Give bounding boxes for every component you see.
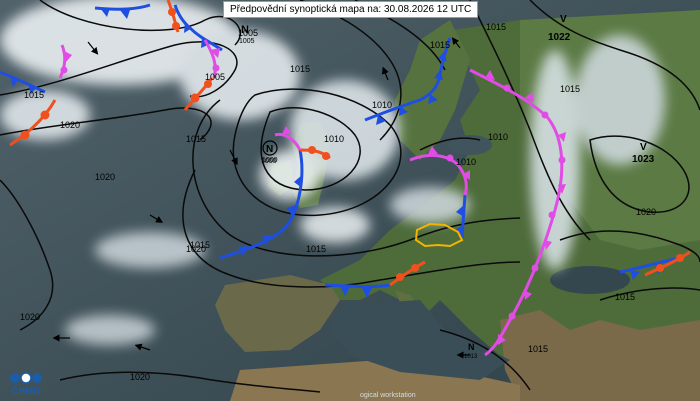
occluded-bulb	[446, 154, 454, 162]
isobar-label: 1015	[528, 344, 548, 354]
warm-bulb	[656, 264, 664, 272]
isobar-label: 1010	[372, 100, 392, 110]
chmu-logo-text: ČHMÚ	[11, 386, 41, 396]
footer-note: ogical workstation	[360, 392, 416, 399]
low-pressure-letter: N	[241, 24, 249, 36]
occluded-bulb	[548, 211, 556, 219]
black-sea	[550, 266, 630, 294]
occluded-bulb	[531, 264, 539, 272]
isobar-label: 1020	[20, 312, 40, 322]
synoptic-map: 1005 1010 1015 1020 1015 1010 1015 1020 …	[0, 0, 700, 401]
warm-bulb	[20, 130, 30, 140]
isobar-label: 1015	[306, 244, 326, 254]
isobar-label: 1015	[560, 84, 580, 94]
warm-bulb	[308, 146, 316, 154]
isobar-label: 1015	[24, 90, 44, 100]
low-pressure-value: 1013	[464, 354, 478, 360]
cloud-occlusion-band	[530, 50, 580, 270]
warm-bulb	[396, 273, 404, 281]
isobar-label: 1015	[615, 292, 635, 302]
map-canvas: 1005 1010 1015 1020 1015 1010 1015 1020 …	[0, 0, 700, 401]
low-pressure-letter: N	[266, 144, 273, 155]
isobar-label: 1010	[456, 157, 476, 167]
chmu-logo: ČHMÚ	[6, 371, 46, 399]
low-pressure-value: 1000	[261, 158, 277, 165]
warm-bulb	[322, 152, 330, 160]
map-title: Předpovědní synoptická mapa na: 30.08.20…	[223, 1, 479, 18]
high-pressure-letter: V	[640, 142, 647, 153]
cloud-germany	[390, 187, 470, 223]
occluded-bulb	[212, 64, 220, 72]
low-pressure-letter: N	[468, 342, 475, 352]
warm-bulb	[172, 22, 180, 30]
warm-bulb	[411, 264, 419, 272]
high-pressure-letter: V	[560, 14, 567, 25]
occluded-bulb	[558, 156, 566, 164]
chmu-logo-icon	[10, 372, 42, 384]
isobar-label: 1015	[486, 22, 506, 32]
warm-bulb	[168, 8, 176, 16]
occluded-bulb	[503, 84, 511, 92]
isobar-label: 1015	[290, 64, 310, 74]
occluded-bulb	[60, 66, 68, 74]
occluded-bulb	[541, 111, 549, 119]
isobar-label: 1010	[488, 132, 508, 142]
isobar-label: 1010	[324, 134, 344, 144]
warm-bulb	[676, 254, 684, 262]
isobar-label: 1005	[205, 72, 225, 82]
isobar-label: 1015	[190, 240, 210, 250]
cloud-russia	[575, 35, 665, 165]
isobar-label: 1020	[95, 172, 115, 182]
isobar-label: 1015	[430, 40, 450, 50]
isobar-label: 1020	[60, 120, 80, 130]
isobar-label: 1020	[130, 372, 150, 382]
cloud-azores	[65, 315, 155, 345]
warm-bulb	[190, 93, 200, 103]
low-pressure-value: 1005	[239, 38, 255, 45]
isobar-label: 1015	[186, 134, 206, 144]
occluded-bulb	[508, 312, 516, 320]
isobar-label: 1020	[636, 207, 656, 217]
warm-bulb	[40, 110, 50, 120]
cold-front-france	[324, 283, 391, 289]
